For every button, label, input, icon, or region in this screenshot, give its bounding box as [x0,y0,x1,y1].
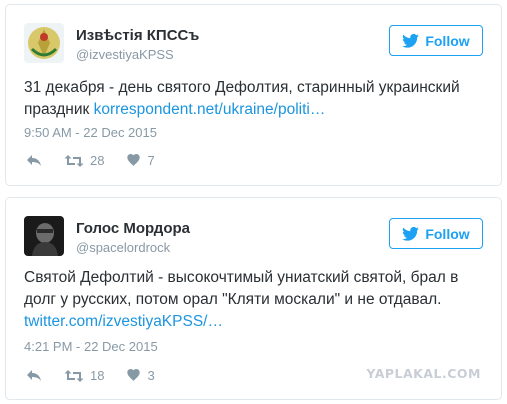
tweet-text: Святой Дефолтий - высокочтимый униатский… [24,267,494,333]
retweet-button[interactable]: 18 [64,368,104,383]
tweet-text: 31 декабря - день святого Дефолтия, стар… [24,77,494,121]
like-count: 7 [147,153,155,168]
display-name[interactable]: Извѣстія КПССъ [76,27,199,44]
tweet-actions: 28 7 [26,153,177,168]
retweet-count: 28 [90,153,105,168]
like-count: 3 [147,368,155,383]
reply-button[interactable] [26,154,42,167]
timestamp[interactable]: 9:50 AM - 22 Dec 2015 [24,125,157,140]
timestamp[interactable]: 4:21 PM - 22 Dec 2015 [24,339,158,354]
follow-button[interactable]: Follow [389,25,483,56]
follow-button[interactable]: Follow [389,218,483,249]
reply-icon [27,370,41,381]
user-handle[interactable]: @spacelordrock [76,240,170,255]
heart-icon [127,369,141,382]
follow-label: Follow [425,32,470,49]
tweet-link[interactable]: korrespondent.net/ukraine/politi… [94,101,326,118]
twitter-bird-icon [402,33,420,48]
avatar[interactable] [24,216,64,256]
retweet-icon [64,369,84,382]
like-button[interactable]: 3 [126,368,155,383]
like-button[interactable]: 7 [126,153,155,168]
follow-label: Follow [425,225,470,242]
retweet-count: 18 [90,368,105,383]
tweet-link[interactable]: twitter.com/izvestiyaKPSS/… [24,313,223,330]
heart-icon [127,154,141,167]
tweet-body: Святой Дефолтий - высокочтимый униатский… [24,269,459,308]
reply-icon [27,155,41,166]
tweet-actions: 18 3 [26,368,177,383]
avatar[interactable] [24,23,64,63]
display-name[interactable]: Голос Мордора [76,220,190,237]
retweet-button[interactable]: 28 [64,153,104,168]
user-handle[interactable]: @izvestiyaKPSS [76,47,174,62]
retweet-icon [64,154,84,167]
tweet-card: Извѣстія КПССъ @izvestiyaKPSS Follow 31 … [5,4,502,186]
watermark: YAPLAKAL.COM [366,366,481,381]
twitter-bird-icon [402,226,420,241]
reply-button[interactable] [26,369,42,382]
